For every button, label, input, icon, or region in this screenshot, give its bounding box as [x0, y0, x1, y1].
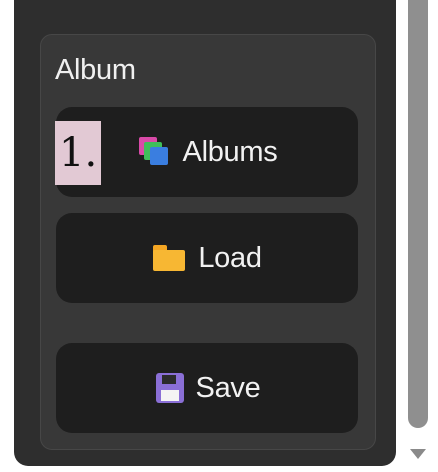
- scroll-down-arrow-icon[interactable]: [410, 449, 426, 459]
- albums-icon: [137, 137, 171, 167]
- albums-button[interactable]: Albums: [56, 107, 358, 197]
- annotation-marker: 1.: [55, 121, 101, 185]
- save-button[interactable]: Save: [56, 343, 358, 433]
- scrollbar-thumb[interactable]: [408, 0, 428, 428]
- albums-button-label: Albums: [182, 135, 278, 168]
- stage: Album Albums Load Save 1.: [0, 0, 438, 472]
- group-title: Album: [55, 54, 136, 86]
- load-button-label: Load: [198, 241, 262, 274]
- save-button-label: Save: [195, 371, 261, 404]
- load-button[interactable]: Load: [56, 213, 358, 303]
- floppy-disk-icon: [154, 373, 184, 403]
- folder-icon: [152, 244, 186, 272]
